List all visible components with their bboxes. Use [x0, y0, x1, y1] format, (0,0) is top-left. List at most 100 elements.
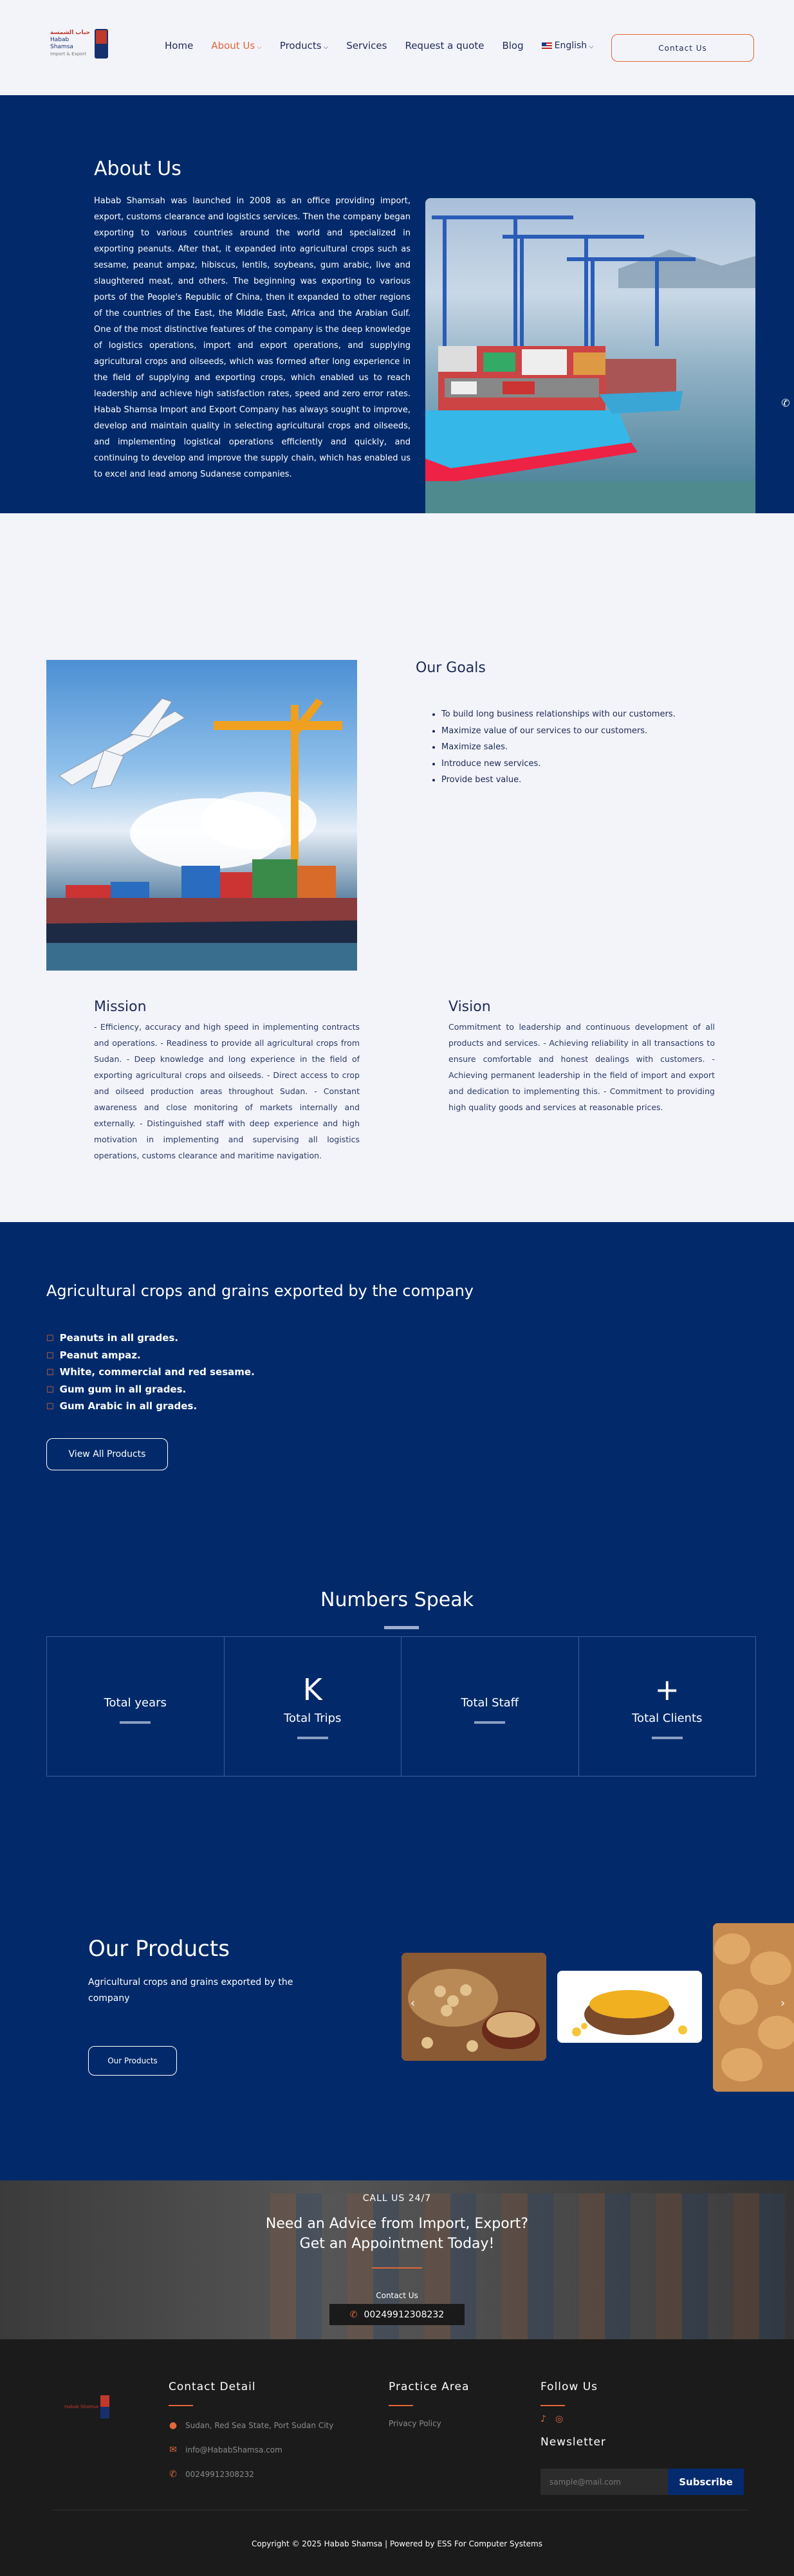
- instagram-icon[interactable]: ◎: [555, 2414, 563, 2424]
- mission-block: Mission - Efficiency, accuracy and high …: [94, 999, 360, 1164]
- crops-list-item: Gum gum in all grades.: [46, 1382, 255, 1399]
- products-title: Our Products: [88, 1936, 230, 1962]
- cta-section: CALL US 24/7 Need an Advice from Import,…: [0, 2180, 794, 2339]
- products-text: Agricultural crops and grains exported b…: [88, 1977, 293, 2004]
- goals-list-item: Maximize value of our services to our cu…: [441, 723, 676, 740]
- nav-label: About Us: [211, 40, 255, 51]
- logo-text-ar: حباب الشمسة: [50, 30, 90, 36]
- goals-list-item: Provide best value.: [441, 772, 676, 789]
- stat-label: Total Staff: [461, 1695, 519, 1710]
- logo-tagline: Import & Export: [50, 51, 87, 57]
- stat-divider: [651, 1736, 683, 1739]
- language-selector[interactable]: English ⌵: [541, 41, 594, 51]
- stat-label: Total Clients: [632, 1711, 703, 1725]
- floating-phone-button[interactable]: ✆: [777, 390, 794, 416]
- stat-divider: [297, 1736, 328, 1739]
- about-title: About Us: [94, 158, 181, 180]
- cta-divider: [372, 2267, 422, 2269]
- main-nav: Home About Us ⌵ Products ⌵ Services Reques…: [165, 40, 594, 51]
- our-products-button[interactable]: Our Products: [88, 2046, 177, 2076]
- cta-title-line2: Get an Appointment Today!: [299, 2236, 495, 2252]
- stat-total-clients: + Total Clients: [579, 1637, 756, 1776]
- footer-logo-mark: [100, 2395, 109, 2418]
- nav-blog[interactable]: Blog: [502, 40, 523, 51]
- privacy-policy-link[interactable]: Privacy Policy: [389, 2419, 469, 2428]
- practice-area-column: Practice Area Privacy Policy: [389, 2380, 469, 2428]
- chevron-down-icon: ⌵: [257, 44, 262, 51]
- cta-contact-link[interactable]: Contact Us: [0, 2291, 794, 2300]
- plane-cargo-illustration: [46, 698, 357, 971]
- contact-detail-title: Contact Detail: [169, 2380, 256, 2393]
- follow-us-title: Follow Us: [540, 2380, 598, 2393]
- chevron-down-icon: ⌵: [589, 43, 594, 50]
- phone-icon: ✆: [781, 396, 790, 409]
- crops-list-item: Gum Arabic in all grades.: [46, 1398, 255, 1416]
- location-pin-icon: ●: [169, 2420, 178, 2431]
- numbers-grid: Total years K Total Trips Total Staff + …: [46, 1636, 756, 1777]
- footer-address: ● Sudan, Red Sea State, Port Sudan City: [169, 2420, 333, 2431]
- vision-title: Vision: [448, 999, 491, 1015]
- goals-list: To build long business relationships wit…: [441, 706, 676, 789]
- goals-title: Our Goals: [416, 660, 486, 676]
- header-contact-button[interactable]: Contact Us: [611, 34, 754, 62]
- footer-logo[interactable]: Habab Shamsa: [64, 2393, 111, 2420]
- numbers-title-underline: [384, 1626, 419, 1629]
- footer-email[interactable]: ✉ info@HababShamsa.com: [169, 2445, 333, 2455]
- nav-home[interactable]: Home: [165, 40, 193, 51]
- about-section: About Us Habab Shamsah was launched in 2…: [0, 95, 794, 513]
- stat-label: Total years: [104, 1695, 167, 1710]
- mail-icon: ✉: [169, 2445, 177, 2455]
- language-label: English: [554, 41, 587, 51]
- nav-label: Blog: [502, 40, 524, 51]
- site-header: حباب الشمسة Habab Shamsa Import & Export…: [0, 0, 794, 95]
- social-links: ♪ ◎: [540, 2414, 606, 2424]
- follow-us-underline: [540, 2405, 565, 2406]
- nav-label: Request a quote: [405, 40, 485, 51]
- subscribe-button[interactable]: Subscribe: [668, 2469, 744, 2495]
- stat-total-years: Total years: [47, 1637, 225, 1776]
- us-flag-icon: [541, 42, 552, 49]
- crops-section: Agricultural crops and grains exported b…: [0, 1222, 794, 2180]
- crops-list-item: Peanut ampaz.: [46, 1347, 255, 1365]
- contact-detail-column: Contact Detail ● Sudan, Red Sea State, Po…: [169, 2380, 333, 2480]
- newsletter-email-input[interactable]: [540, 2469, 668, 2495]
- carousel-next-icon[interactable]: ›: [780, 1996, 785, 2010]
- phone-icon: ✆: [349, 2309, 358, 2320]
- port-ship-illustration: [425, 215, 755, 513]
- copyright-text: Copyright © 2025 Habab Shamsa | Powered …: [252, 2539, 542, 2548]
- cta-phone-button[interactable]: ✆ 00249912308232: [329, 2304, 465, 2325]
- mission-title: Mission: [94, 999, 147, 1015]
- crops-list: Peanuts in all grades. Peanut ampaz. Whi…: [46, 1330, 255, 1416]
- footer-phone-text: 00249912308232: [185, 2470, 254, 2479]
- product-card-gum[interactable]: [557, 1971, 702, 2043]
- footer-phone[interactable]: ✆ 00249912308232: [169, 2469, 333, 2480]
- nav-services[interactable]: Services: [346, 40, 387, 51]
- carousel-prev-icon[interactable]: ‹: [411, 1996, 415, 2010]
- stat-divider: [120, 1721, 151, 1724]
- newsletter-title: Newsletter: [540, 2436, 606, 2449]
- vision-text: Commitment to leadership and continuous …: [448, 1022, 715, 1112]
- cta-title-line1: Need an Advice from Import, Export?: [265, 2216, 529, 2232]
- product-card-peanuts[interactable]: [402, 1953, 546, 2061]
- stat-divider: [474, 1721, 506, 1724]
- nav-label: Products: [279, 40, 322, 51]
- view-all-products-button[interactable]: View All Products: [46, 1438, 168, 1470]
- logo-text-en: Habab Shamsa: [50, 37, 73, 50]
- practice-area-underline: [389, 2405, 413, 2406]
- stat-total-staff: Total Staff: [402, 1637, 579, 1776]
- tiktok-icon[interactable]: ♪: [540, 2414, 546, 2424]
- nav-products[interactable]: Products ⌵: [280, 40, 328, 51]
- crops-list-item: Peanuts in all grades.: [46, 1330, 255, 1347]
- nav-label: Home: [165, 40, 194, 51]
- mission-text: - Efficiency, accuracy and high speed in…: [94, 1022, 360, 1160]
- crops-title: Agricultural crops and grains exported b…: [46, 1282, 474, 1300]
- port-ship-image: [425, 198, 755, 513]
- stat-value: K: [302, 1672, 322, 1707]
- nav-request-quote[interactable]: Request a quote: [405, 40, 484, 51]
- follow-us-column: Follow Us ♪ ◎ Newsletter: [540, 2380, 606, 2449]
- logo-mark: [94, 29, 108, 59]
- contact-detail-underline: [169, 2405, 193, 2406]
- nav-about-us[interactable]: About Us ⌵: [211, 40, 262, 51]
- site-logo[interactable]: حباب الشمسة Habab Shamsa Import & Export: [50, 26, 108, 62]
- cta-kicker: CALL US 24/7: [362, 2193, 432, 2204]
